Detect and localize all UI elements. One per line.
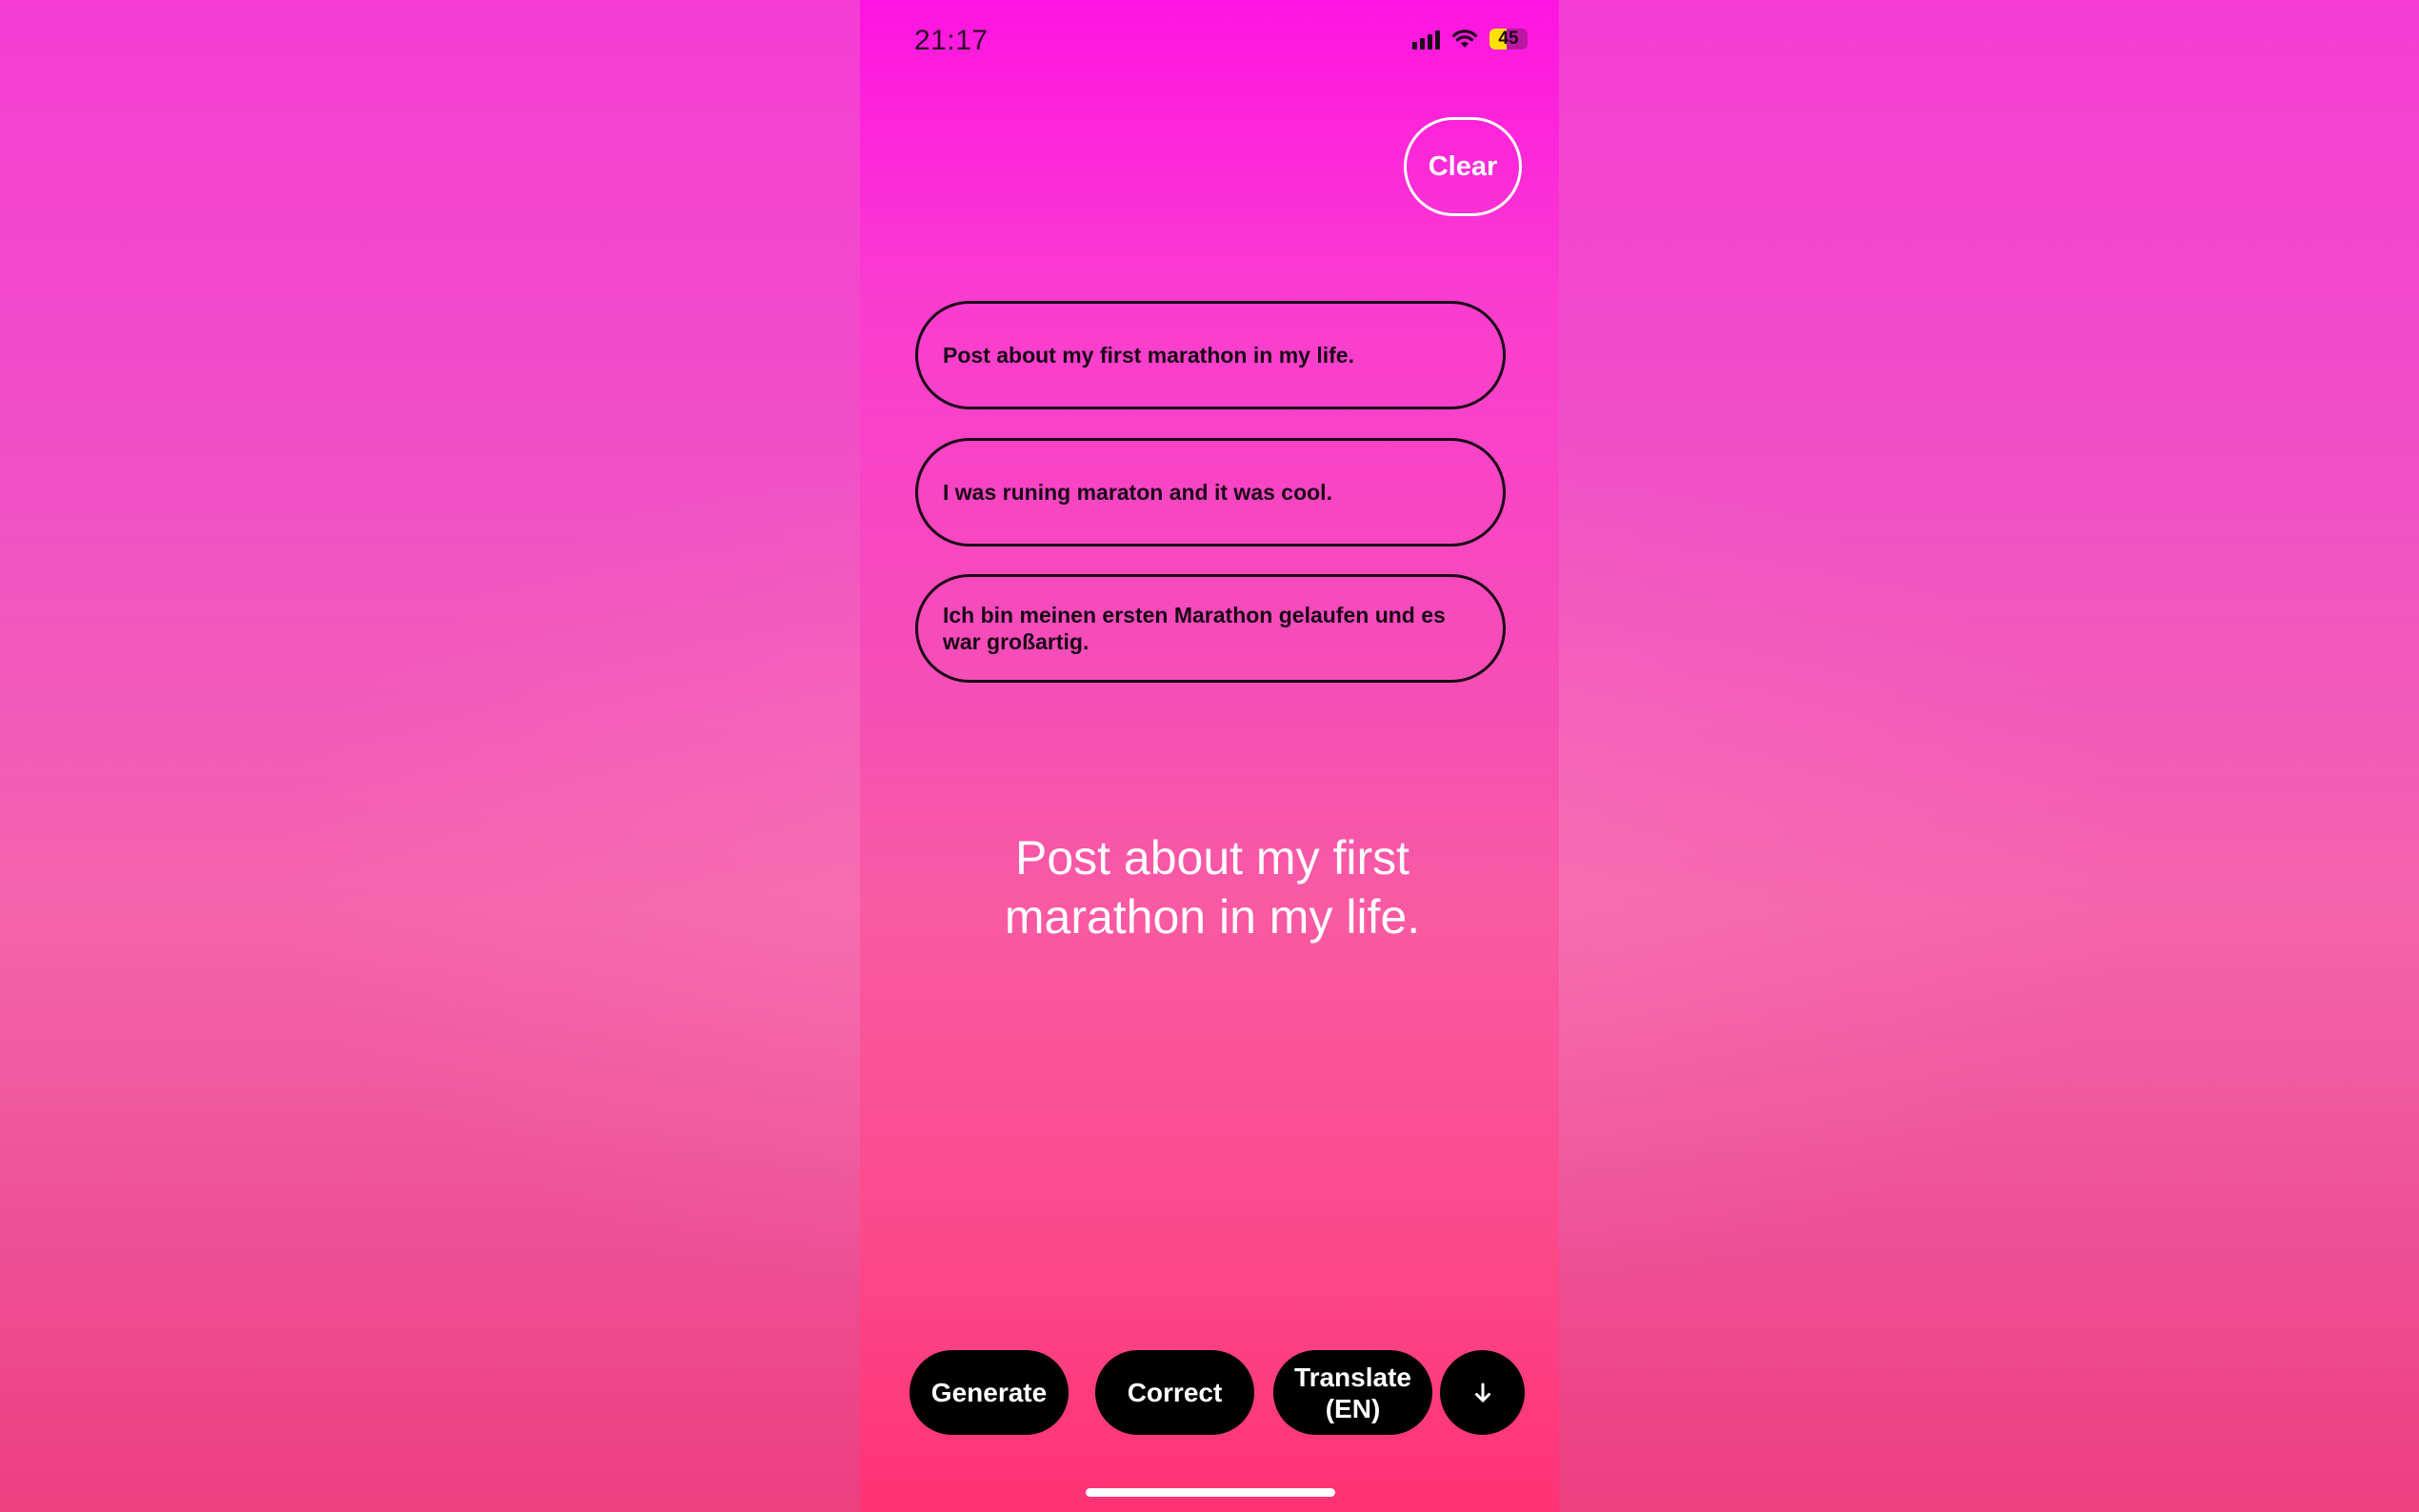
- status-time: 21:17: [914, 25, 989, 56]
- option-text: Post about my first marathon in my life.: [943, 343, 1354, 368]
- wifi-icon: [1451, 30, 1478, 48]
- clear-button[interactable]: Clear: [1404, 117, 1522, 216]
- option-item[interactable]: I was runing maraton and it was cool.: [915, 438, 1506, 547]
- home-indicator[interactable]: [1086, 1488, 1335, 1497]
- translate-label: Translate (EN): [1294, 1362, 1411, 1424]
- translate-label-line2: (EN): [1325, 1393, 1381, 1423]
- translate-label-line1: Translate: [1294, 1362, 1411, 1392]
- option-item[interactable]: Ich bin meinen ersten Marathon gelaufen …: [915, 574, 1506, 683]
- phone-screen: 21:17 45 Clear Post about my first marat…: [860, 0, 1559, 1512]
- signal-icon: [1412, 29, 1440, 50]
- main-text-display: Post about my first marathon in my life.: [1004, 831, 1421, 944]
- generate-button[interactable]: Generate: [910, 1350, 1069, 1435]
- translate-button[interactable]: Translate (EN): [1273, 1350, 1432, 1435]
- battery-level: 45: [1498, 29, 1519, 49]
- option-text: I was runing maraton and it was cool.: [943, 480, 1332, 505]
- arrow-down-icon: [1474, 1383, 1490, 1402]
- battery-icon: 45: [1489, 29, 1528, 50]
- scroll-down-button[interactable]: [1440, 1350, 1525, 1435]
- option-text: Ich bin meinen ersten Marathon gelaufen …: [943, 603, 1446, 654]
- status-icons: 45: [1412, 29, 1528, 50]
- correct-button[interactable]: Correct: [1095, 1350, 1254, 1435]
- option-item[interactable]: Post about my first marathon in my life.: [915, 301, 1506, 409]
